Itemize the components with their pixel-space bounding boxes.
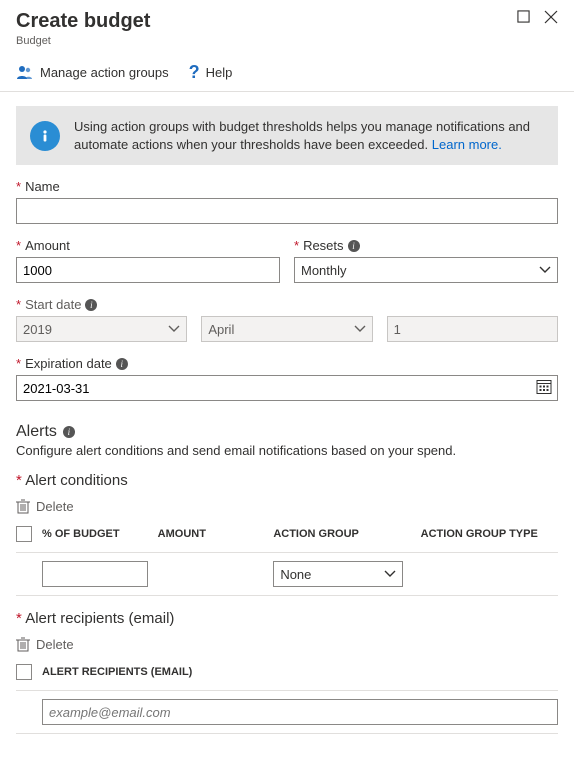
conditions-table-header: % OF BUDGET AMOUNT ACTION GROUP ACTION G… <box>16 526 558 552</box>
chevron-down-icon <box>354 325 366 333</box>
info-icon[interactable]: i <box>348 240 360 252</box>
alerts-description: Configure alert conditions and send emai… <box>16 443 558 458</box>
expiration-label: Expiration date i <box>16 356 558 371</box>
col-recipients: ALERT RECIPIENTS (EMAIL) <box>42 666 558 678</box>
restore-icon[interactable] <box>517 10 530 24</box>
info-icon[interactable]: i <box>85 299 97 311</box>
action-group-select[interactable]: None <box>273 561 403 587</box>
name-label: Name <box>16 179 558 194</box>
recipients-table-header: ALERT RECIPIENTS (EMAIL) <box>16 664 558 690</box>
start-date-label: Start date i <box>16 297 558 312</box>
resets-select[interactable]: Monthly <box>294 257 558 283</box>
calendar-icon[interactable] <box>536 379 552 398</box>
trash-icon <box>16 637 30 652</box>
delete-conditions-button[interactable]: Delete <box>16 499 558 514</box>
info-icon[interactable]: i <box>63 426 75 438</box>
manage-action-groups-label: Manage action groups <box>40 65 169 80</box>
info-icon <box>30 121 60 151</box>
people-icon <box>16 64 34 80</box>
page-title: Create budget <box>16 10 558 33</box>
alert-conditions-heading: Alert conditions <box>16 472 558 489</box>
close-icon[interactable] <box>544 10 558 24</box>
start-month-select: April <box>201 316 372 342</box>
col-action-group: ACTION GROUP <box>273 528 410 540</box>
manage-action-groups-button[interactable]: Manage action groups <box>16 64 169 80</box>
info-icon[interactable]: i <box>116 358 128 370</box>
select-all-recipients-checkbox[interactable] <box>16 664 32 680</box>
expiration-input[interactable] <box>16 375 558 401</box>
amount-label: Amount <box>16 238 280 253</box>
pct-of-budget-input[interactable] <box>42 561 148 587</box>
chevron-down-icon <box>168 325 180 333</box>
info-banner: Using action groups with budget threshol… <box>16 106 558 165</box>
col-amount: AMOUNT <box>158 528 264 540</box>
delete-recipients-button[interactable]: Delete <box>16 637 558 652</box>
name-input[interactable] <box>16 198 558 224</box>
col-pct: % OF BUDGET <box>42 528 148 540</box>
start-day-input <box>387 316 558 342</box>
start-year-select: 2019 <box>16 316 187 342</box>
help-icon: ? <box>189 63 200 81</box>
amount-input[interactable] <box>16 257 280 283</box>
help-label: Help <box>206 65 233 80</box>
col-action-group-type: ACTION GROUP TYPE <box>421 528 558 540</box>
select-all-checkbox[interactable] <box>16 526 32 542</box>
recipient-email-input[interactable] <box>42 699 558 725</box>
help-button[interactable]: ? Help <box>189 63 233 81</box>
table-row: None <box>16 552 558 596</box>
table-row <box>16 690 558 734</box>
chevron-down-icon <box>539 266 551 274</box>
learn-more-link[interactable]: Learn more. <box>432 137 502 152</box>
alerts-heading: Alerts i <box>16 423 558 441</box>
trash-icon <box>16 499 30 514</box>
page-subtitle: Budget <box>16 35 558 47</box>
alert-recipients-heading: Alert recipients (email) <box>16 610 558 627</box>
chevron-down-icon <box>384 570 396 578</box>
resets-label: Resets i <box>294 238 558 253</box>
